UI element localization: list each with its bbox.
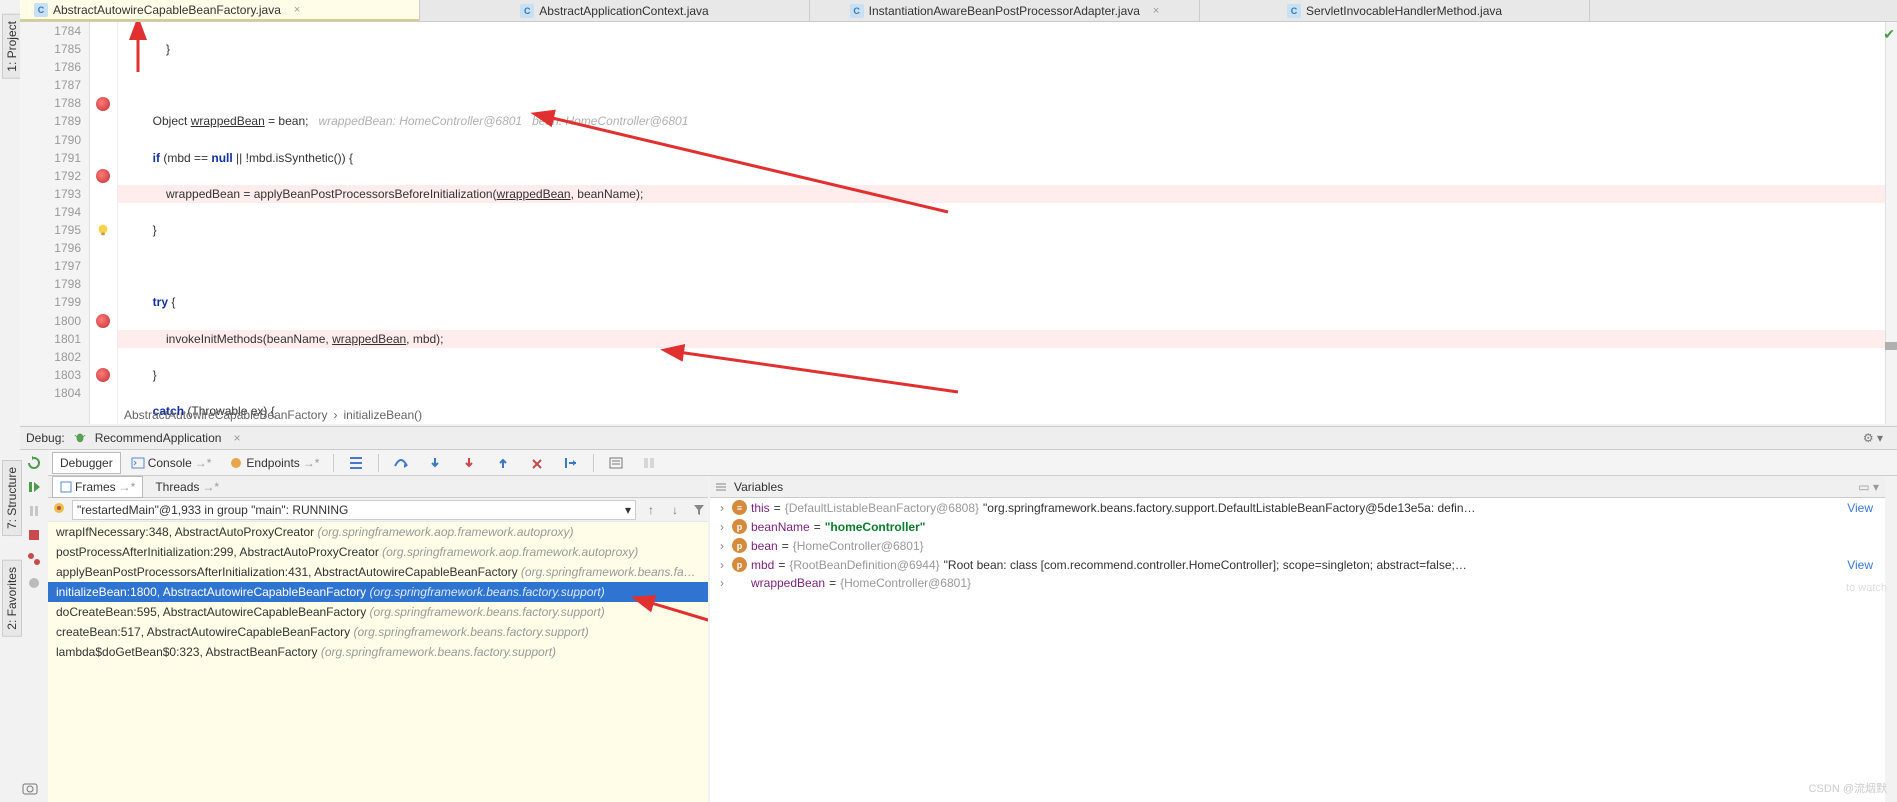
expand-icon[interactable]: › (716, 520, 728, 534)
sidetab-favorites[interactable]: 2: Favorites (2, 560, 22, 637)
force-step-into-icon[interactable] (453, 452, 485, 474)
stack-frame[interactable]: wrapIfNecessary:348, AbstractAutoProxyCr… (48, 522, 708, 542)
bug-icon (73, 430, 87, 447)
stack-frame[interactable]: createBean:517, AbstractAutowireCapableB… (48, 622, 708, 642)
breadcrumb[interactable]: AbstractAutowireCapableBeanFactory›initi… (124, 405, 422, 425)
frames-tab[interactable]: Frames→* (52, 476, 143, 498)
variables-panel[interactable]: ›≡ this = {DefaultListableBeanFactory@68… (710, 498, 1885, 802)
pause-icon[interactable] (25, 502, 43, 520)
stack-frame[interactable]: postProcessAfterInitialization:299, Abst… (48, 542, 708, 562)
close-icon[interactable]: × (1153, 5, 1159, 17)
drop-frame-icon[interactable] (521, 452, 553, 474)
editor-scroll-marker[interactable]: ✔ (1885, 22, 1897, 424)
chevron-down-icon: ▾ (625, 503, 631, 517)
breakpoint-icon[interactable] (96, 169, 110, 183)
expand-icon[interactable]: › (716, 501, 728, 515)
breakpoint-icon[interactable] (96, 97, 110, 111)
run-to-cursor-icon[interactable] (555, 452, 587, 474)
debug-label: Debug: (26, 431, 65, 445)
frames-header: Frames→* Threads→* (48, 476, 708, 498)
line-gutter: 1784178517861787178817891790179117921793… (20, 22, 90, 424)
tab-0[interactable]: CAbstractAutowireCapableBeanFactory.java… (20, 0, 420, 21)
thread-icon (52, 501, 66, 518)
resume-icon[interactable] (25, 478, 43, 496)
debug-toolbar: Debugger Console→* Endpoints→* (48, 450, 1897, 476)
java-file-icon: C (850, 4, 864, 18)
close-icon[interactable]: × (294, 4, 300, 16)
evaluate-icon[interactable] (600, 452, 632, 474)
gutter-marks (90, 22, 118, 424)
tab-2[interactable]: CInstantiationAwareBeanPostProcessorAdap… (810, 0, 1200, 21)
layout-icon[interactable]: ▭ ▾ (1858, 480, 1885, 494)
variables-header: Variables ▭ ▾ (710, 476, 1885, 498)
java-file-icon: C (520, 4, 534, 18)
expand-icon[interactable]: › (716, 576, 728, 590)
next-frame-icon[interactable]: ↓ (666, 501, 684, 519)
stack-frame[interactable]: lambda$doGetBean$0:323, AbstractBeanFact… (48, 642, 708, 662)
variable-row[interactable]: ›≡ this = {DefaultListableBeanFactory@68… (710, 498, 1885, 517)
thread-dropdown[interactable]: "restartedMain"@1,933 in group "main": R… (72, 500, 636, 520)
expand-icon[interactable]: › (716, 539, 728, 553)
tab-endpoints[interactable]: Endpoints→* (221, 452, 327, 474)
stop-icon[interactable] (25, 526, 43, 544)
breadcrumb-class[interactable]: AbstractAutowireCapableBeanFactory (124, 408, 327, 422)
stack-frame[interactable]: initializeBean:1800, AbstractAutowireCap… (48, 582, 708, 602)
view-link[interactable]: View (1847, 558, 1879, 572)
camera-icon[interactable] (22, 781, 38, 798)
debug-title-bar: Debug: RecommendApplication × ⚙ ▾ (20, 426, 1897, 450)
breakpoint-icon[interactable] (96, 368, 110, 382)
sidetab-structure[interactable]: 7: Structure (2, 460, 22, 536)
stack-frame[interactable]: doCreateBean:595, AbstractAutowireCapabl… (48, 602, 708, 622)
frames-list[interactable]: wrapIfNecessary:348, AbstractAutoProxyCr… (48, 522, 708, 802)
check-icon: ✔ (1883, 26, 1895, 43)
variables-label: Variables (734, 480, 783, 494)
step-into-icon[interactable] (419, 452, 451, 474)
tab-3[interactable]: CServletInvocableHandlerMethod.java (1200, 0, 1590, 21)
variable-row[interactable]: › wrappedBean = {HomeController@6801} (710, 574, 1885, 592)
variable-row[interactable]: ›p mbd = {RootBeanDefinition@6944} "Root… (710, 555, 1885, 574)
code-area[interactable]: } Object wrappedBean = bean; wrappedBean… (118, 22, 1897, 424)
java-file-icon: C (1287, 4, 1301, 18)
tab-debugger[interactable]: Debugger (52, 452, 121, 474)
view-breakpoints-icon[interactable] (25, 550, 43, 568)
tab-1[interactable]: CAbstractApplicationContext.java (420, 0, 810, 21)
java-file-icon: C (34, 3, 48, 17)
bulb-icon[interactable] (96, 223, 110, 237)
thread-selector-row: "restartedMain"@1,933 in group "main": R… (48, 498, 708, 522)
code-editor[interactable]: 1784178517861787178817891790179117921793… (20, 22, 1897, 424)
sidetab-project[interactable]: 1: Project (2, 14, 22, 79)
step-over-icon[interactable] (385, 452, 417, 474)
variable-row[interactable]: ›p beanName = "homeController" (710, 517, 1885, 536)
threads-tab[interactable]: Threads→* (147, 476, 227, 498)
mute-breakpoints-icon[interactable] (25, 574, 43, 592)
view-link[interactable]: View (1847, 501, 1879, 515)
debug-run-controls (22, 454, 46, 592)
filter-icon[interactable] (690, 501, 708, 519)
expand-icon[interactable]: › (716, 558, 728, 572)
step-out-icon[interactable] (487, 452, 519, 474)
watch-hint: to watch (1846, 582, 1887, 594)
prev-frame-icon[interactable]: ↑ (642, 501, 660, 519)
scroll-thumb[interactable] (1885, 342, 1897, 350)
breakpoint-icon[interactable] (96, 314, 110, 328)
run-config-name[interactable]: RecommendApplication (95, 431, 222, 445)
show-execution-point-icon[interactable] (340, 452, 372, 474)
watermark: CSDN @流烟默 (1809, 780, 1887, 796)
tab-console[interactable]: Console→* (123, 452, 220, 474)
breadcrumb-method[interactable]: initializeBean() (343, 408, 422, 422)
variables-icon (714, 481, 728, 493)
editor-tabs: CAbstractAutowireCapableBeanFactory.java… (20, 0, 1897, 22)
variable-row[interactable]: ›p bean = {HomeController@6801} (710, 536, 1885, 555)
rerun-icon[interactable] (25, 454, 43, 472)
close-icon[interactable]: × (233, 431, 240, 445)
stack-frame[interactable]: applyBeanPostProcessorsAfterInitializati… (48, 562, 708, 582)
gear-icon[interactable]: ⚙ ▾ (1863, 431, 1883, 445)
trace-icon[interactable] (634, 452, 666, 474)
